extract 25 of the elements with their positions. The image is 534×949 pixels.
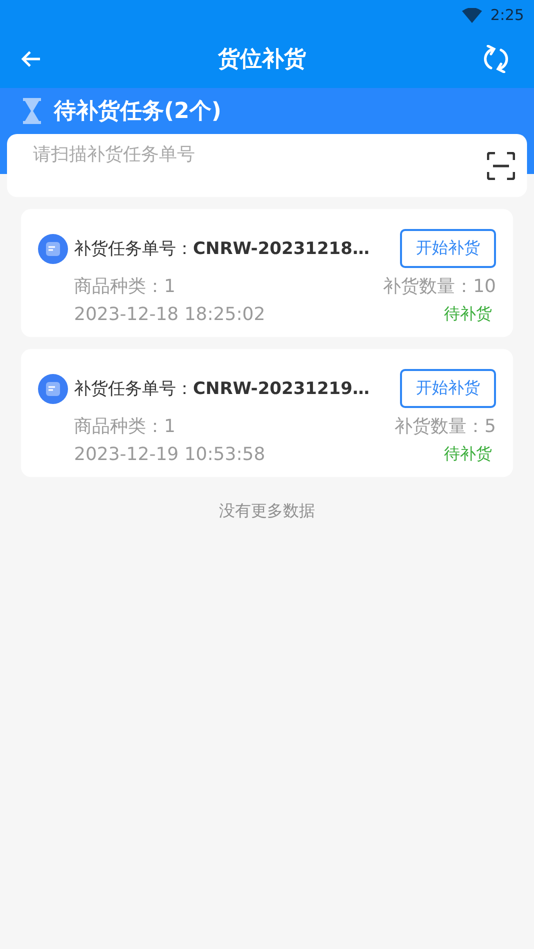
task-number: 补货任务单号：CNRW-20231218… [74,238,370,260]
replenish-quantity: 补货数量：5 [394,415,496,438]
task-time: 2023-12-19 10:53:58 [74,444,266,465]
task-card[interactable]: 补货任务单号：CNRW-20231218… 开始补货 商品种类：1 补货数量：10 2023-12-18 18:25:02 待补货 [21,209,513,337]
search-field[interactable]: 请扫描补货任务单号 [7,134,527,197]
section-title: 待补货任务(2个) [54,98,222,126]
scan-icon[interactable] [487,152,515,180]
hourglass-icon [22,98,42,124]
product-category: 商品种类：1 [74,275,176,298]
task-card[interactable]: 补货任务单号：CNRW-20231219… 开始补货 商品种类：1 补货数量：5 2023-12-19 10:53:58 待补货 [21,349,513,477]
wifi-icon [462,8,482,22]
document-icon [38,374,68,404]
task-time: 2023-12-18 18:25:02 [74,304,266,325]
status-time: 2:25 [490,6,524,24]
start-replenish-button[interactable]: 开始补货 [400,229,496,268]
product-category: 商品种类：1 [74,415,176,438]
page-title: 货位补货 [218,46,306,74]
document-icon [38,234,68,264]
refresh-icon[interactable] [482,45,510,73]
task-status: 待补货 [444,444,493,465]
no-more-data: 没有更多数据 [219,501,315,520]
task-number: 补货任务单号：CNRW-20231219… [74,378,370,400]
task-status: 待补货 [444,304,493,325]
replenish-quantity: 补货数量：10 [383,275,496,298]
start-replenish-button[interactable]: 开始补货 [400,369,496,408]
